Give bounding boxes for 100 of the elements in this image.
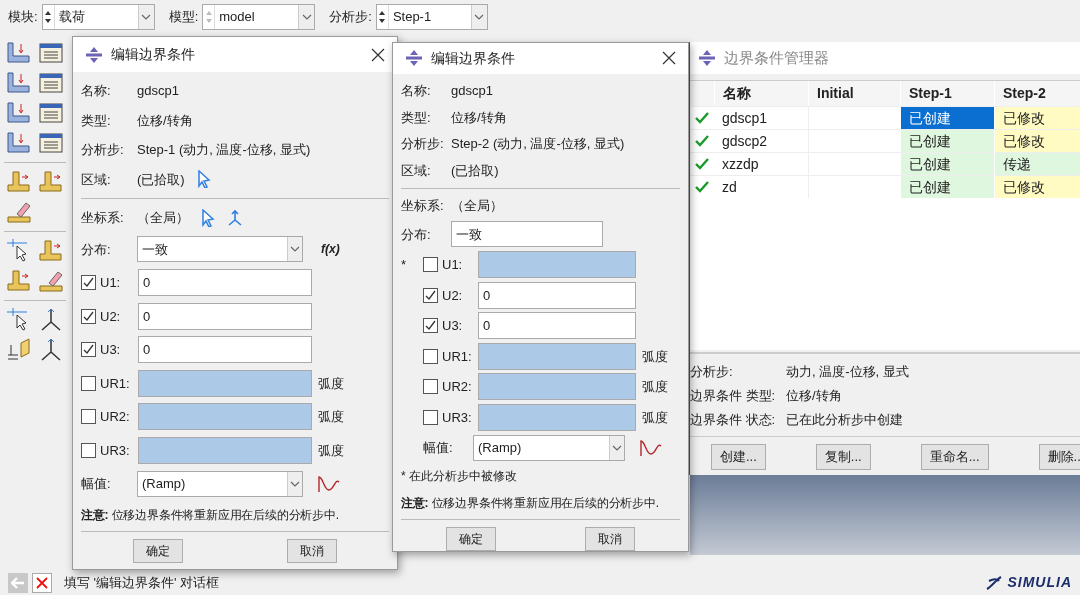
checkbox[interactable] bbox=[423, 257, 438, 273]
status-cell[interactable]: 已修改 bbox=[994, 107, 1080, 129]
dof-label: U2: bbox=[100, 307, 122, 326]
field-value: gdscp1 bbox=[451, 82, 493, 100]
selector-combo[interactable]: 载荷 bbox=[41, 4, 155, 30]
status-cell[interactable]: 已创建 bbox=[900, 153, 994, 175]
checkbox[interactable] bbox=[423, 348, 438, 364]
summary-label: 边界条件 类型: bbox=[690, 387, 777, 406]
close-icon[interactable] bbox=[371, 47, 385, 62]
column-header[interactable]: Step-1 bbox=[900, 81, 994, 106]
table-icon[interactable] bbox=[37, 40, 65, 66]
value-field[interactable]: 0 bbox=[138, 269, 312, 297]
status-cell[interactable]: 已创建 bbox=[900, 130, 994, 152]
distribution-field[interactable]: 一致 bbox=[451, 221, 603, 248]
window-title: 编辑边界条件 bbox=[431, 48, 516, 68]
selector-combo[interactable]: model bbox=[202, 4, 316, 30]
checkbox[interactable] bbox=[81, 375, 96, 391]
caret-icon bbox=[290, 479, 300, 488]
field-label: 名称: bbox=[401, 82, 432, 100]
selector-combo[interactable]: Step-1 bbox=[375, 4, 488, 30]
spin-icon[interactable] bbox=[44, 9, 53, 25]
dialog-button[interactable]: 取消 bbox=[585, 527, 636, 551]
function-icon[interactable]: f(x) bbox=[321, 240, 340, 259]
field-value: （全局） bbox=[137, 209, 189, 227]
value-field[interactable] bbox=[138, 403, 312, 431]
field-value: 位移/转角 bbox=[137, 111, 193, 130]
field-label: 分析步: bbox=[81, 141, 125, 159]
table-cell-text: gdscp1 bbox=[721, 108, 769, 128]
checkbox[interactable] bbox=[423, 379, 438, 395]
caret-icon bbox=[141, 13, 152, 21]
field-label: 类型: bbox=[401, 108, 432, 127]
dof-label: U1: bbox=[100, 274, 122, 292]
value-field[interactable]: 0 bbox=[138, 302, 312, 330]
table-icon[interactable] bbox=[37, 100, 65, 126]
column-header[interactable]: 名称 bbox=[714, 81, 808, 106]
manager-button[interactable]: 删除.. bbox=[1038, 444, 1080, 470]
value-field[interactable] bbox=[478, 403, 636, 431]
field-value: Step-1 (动力, 温度-位移, 显式) bbox=[137, 141, 311, 159]
close-icon[interactable] bbox=[662, 51, 676, 66]
cursor-icon[interactable] bbox=[201, 208, 215, 227]
modified-marker: * bbox=[401, 256, 407, 274]
summary-value: 已在此分析步中创建 bbox=[786, 411, 903, 430]
dof-label: UR1: bbox=[100, 374, 131, 393]
checkbox[interactable] bbox=[81, 342, 96, 358]
value-field[interactable]: 0 bbox=[478, 312, 636, 340]
checkbox[interactable] bbox=[81, 308, 96, 324]
cursor-icon[interactable] bbox=[196, 170, 211, 189]
checkbox[interactable] bbox=[81, 409, 96, 425]
table-icon[interactable] bbox=[37, 70, 65, 96]
wave-icon[interactable] bbox=[639, 437, 663, 458]
bracket-icon[interactable] bbox=[5, 100, 33, 126]
checkbox[interactable] bbox=[423, 409, 438, 425]
manager-button[interactable]: 重命名... bbox=[920, 444, 989, 470]
bracket-icon[interactable] bbox=[5, 40, 33, 66]
column-header[interactable]: Initial bbox=[808, 81, 900, 106]
selector-label: 分析步: bbox=[329, 8, 372, 27]
value-field[interactable] bbox=[138, 369, 312, 397]
table-icon[interactable] bbox=[37, 130, 65, 156]
value-field[interactable] bbox=[478, 251, 636, 279]
amplitude-dropdown[interactable]: (Ramp) bbox=[473, 434, 625, 461]
value-field[interactable]: 0 bbox=[478, 281, 636, 309]
status-cell[interactable]: 已创建 bbox=[900, 176, 994, 198]
value-field[interactable]: 0 bbox=[138, 336, 312, 364]
wave-icon[interactable] bbox=[317, 473, 341, 494]
bracket-icon[interactable] bbox=[5, 130, 33, 156]
dof-label: UR1: bbox=[442, 347, 473, 366]
manager-button[interactable]: 复制... bbox=[815, 444, 871, 470]
window-title: 边界条件管理器 bbox=[724, 47, 829, 68]
value-field[interactable] bbox=[478, 373, 636, 401]
checkbox[interactable] bbox=[81, 442, 96, 458]
checkbox[interactable] bbox=[423, 318, 438, 334]
amplitude-dropdown[interactable]: (Ramp) bbox=[137, 470, 303, 497]
status-cell[interactable]: 已修改 bbox=[994, 176, 1080, 198]
dialog-button[interactable]: 确定 bbox=[133, 538, 183, 563]
column-header[interactable]: Step-2 bbox=[994, 81, 1080, 106]
value-field[interactable] bbox=[478, 342, 636, 370]
unit-label: 弧度 bbox=[642, 347, 668, 366]
status-cell[interactable]: 已修改 bbox=[994, 130, 1080, 152]
distribution-dropdown[interactable]: 一致 bbox=[137, 236, 303, 263]
dof-label: UR2: bbox=[100, 408, 131, 426]
status-cell[interactable]: 传递 bbox=[994, 153, 1080, 175]
value-field[interactable] bbox=[138, 436, 312, 464]
field-label: 分布: bbox=[81, 240, 112, 259]
checkbox[interactable] bbox=[81, 275, 96, 291]
checkbox[interactable] bbox=[423, 287, 438, 303]
field-label: 区域: bbox=[81, 170, 112, 189]
dof-label: UR3: bbox=[442, 408, 473, 427]
field-label: 坐标系: bbox=[401, 197, 445, 215]
bracket-icon[interactable] bbox=[5, 70, 33, 96]
dialog-button[interactable]: 取消 bbox=[287, 538, 337, 563]
cancel-button[interactable] bbox=[32, 572, 52, 593]
status-cell[interactable]: 已创建 bbox=[900, 107, 994, 129]
summary-label: 边界条件 状态: bbox=[690, 411, 777, 430]
manager-button[interactable]: 创建... bbox=[711, 444, 766, 470]
dialog-icon bbox=[405, 50, 423, 67]
dialog-button[interactable]: 确定 bbox=[445, 527, 496, 551]
summary-value: 动力, 温度-位移, 显式 bbox=[786, 363, 909, 382]
unit-label: 弧度 bbox=[318, 441, 344, 460]
spin-icon[interactable] bbox=[378, 9, 387, 25]
field-label: 区域: bbox=[401, 161, 432, 180]
